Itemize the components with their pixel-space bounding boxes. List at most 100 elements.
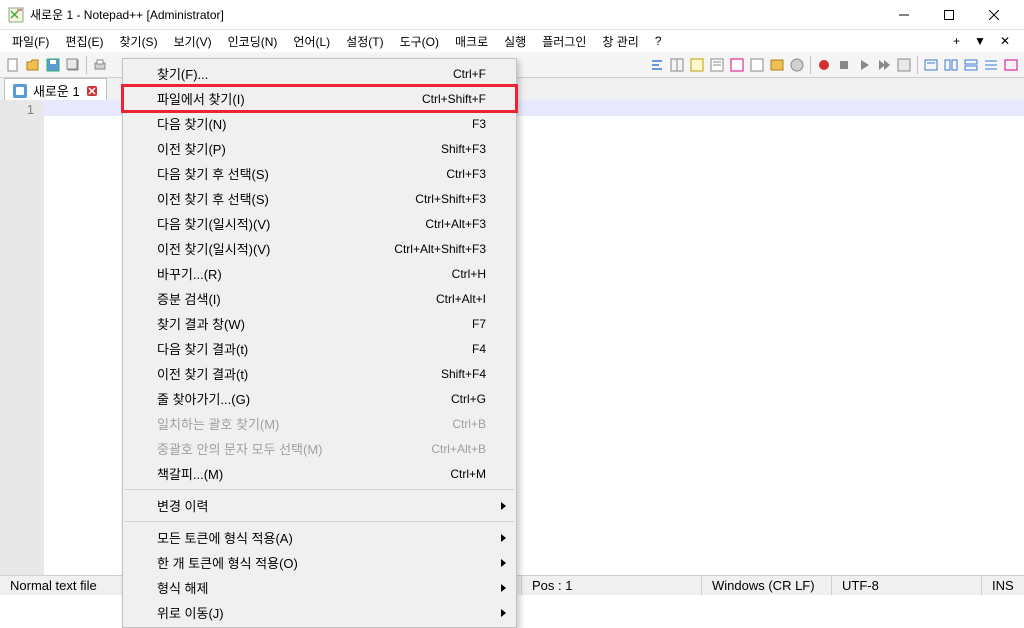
user-lang-icon[interactable]	[708, 56, 726, 74]
menu-item-label: 일치하는 괄호 찾기(M)	[157, 414, 452, 433]
menu-item-shortcut: Ctrl+F3	[446, 167, 486, 181]
menu-window[interactable]: 창 관리	[594, 31, 646, 52]
menu-item-2[interactable]: 다음 찾기(N)F3	[123, 111, 516, 136]
menu-item-13[interactable]: 줄 찾아가기...(G)Ctrl+G	[123, 386, 516, 411]
menu-item-shortcut: Ctrl+Shift+F	[422, 92, 486, 106]
menu-item-shortcut: Ctrl+B	[452, 417, 486, 431]
menu-view[interactable]: 보기(V)	[166, 31, 220, 52]
menu-item-1[interactable]: 파일에서 찾기(I)Ctrl+Shift+F	[123, 86, 516, 111]
menu-item-0[interactable]: 찾기(F)...Ctrl+F	[123, 61, 516, 86]
menu-dropdown-icon[interactable]: ▼	[970, 34, 990, 48]
menu-plugins[interactable]: 플러그인	[534, 31, 594, 52]
func-list-icon[interactable]	[768, 56, 786, 74]
tb-misc4-icon[interactable]	[982, 56, 1000, 74]
new-file-icon[interactable]	[4, 56, 22, 74]
print-icon[interactable]	[91, 56, 109, 74]
status-position: Pos : 1	[522, 576, 702, 595]
minimize-button[interactable]	[881, 1, 926, 29]
tb-misc3-icon[interactable]	[962, 56, 980, 74]
menu-file[interactable]: 파일(F)	[4, 31, 57, 52]
stop-macro-icon[interactable]	[835, 56, 853, 74]
menu-close-icon[interactable]: ✕	[996, 34, 1014, 48]
tab-label: 새로운 1	[33, 81, 80, 100]
menu-item-6[interactable]: 다음 찾기(일시적)(V)Ctrl+Alt+F3	[123, 211, 516, 236]
status-encoding[interactable]: UTF-8	[832, 576, 982, 595]
save-all-icon[interactable]	[64, 56, 82, 74]
menu-bar: 파일(F) 편집(E) 찾기(S) 보기(V) 인코딩(N) 언어(L) 설정(…	[0, 30, 1024, 52]
doc-map-icon[interactable]	[728, 56, 746, 74]
menu-item-label: 이전 찾기 결과(t)	[157, 364, 441, 383]
play-multi-icon[interactable]	[875, 56, 893, 74]
menu-macro[interactable]: 매크로	[447, 31, 496, 52]
toolbar-separator	[810, 56, 811, 74]
menu-help[interactable]: ?	[647, 32, 670, 50]
menu-item-shortcut: Ctrl+Alt+B	[431, 442, 486, 456]
menu-item-label: 바꾸기...(R)	[157, 264, 452, 283]
open-file-icon[interactable]	[24, 56, 42, 74]
menu-item-9[interactable]: 증분 검색(I)Ctrl+Alt+I	[123, 286, 516, 311]
maximize-button[interactable]	[926, 1, 971, 29]
save-macro-icon[interactable]	[895, 56, 913, 74]
menu-tools[interactable]: 도구(O)	[392, 31, 447, 52]
tab-new1[interactable]: 새로운 1	[4, 78, 107, 102]
status-ins[interactable]: INS	[982, 576, 1024, 595]
doc-list-icon[interactable]	[748, 56, 766, 74]
menu-edit[interactable]: 편집(E)	[57, 31, 111, 52]
save-icon[interactable]	[44, 56, 62, 74]
menu-item-shortcut: F4	[472, 342, 486, 356]
menu-run[interactable]: 실행	[496, 31, 534, 52]
menu-item-18[interactable]: 변경 이력	[123, 493, 516, 518]
menu-separator	[125, 521, 514, 522]
menu-item-label: 증분 검색(I)	[157, 289, 436, 308]
menu-item-16[interactable]: 책갈피...(M)Ctrl+M	[123, 461, 516, 486]
menu-item-3[interactable]: 이전 찾기(P)Shift+F3	[123, 136, 516, 161]
menu-item-label: 위로 이동(J)	[157, 603, 486, 622]
status-eol[interactable]: Windows (CR LF)	[702, 576, 832, 595]
folder-workspace-icon[interactable]	[788, 56, 806, 74]
menu-item-7[interactable]: 이전 찾기(일시적)(V)Ctrl+Alt+Shift+F3	[123, 236, 516, 261]
tb-misc5-icon[interactable]	[1002, 56, 1020, 74]
show-all-icon[interactable]	[668, 56, 686, 74]
menu-item-label: 중괄호 안의 문자 모두 선택(M)	[157, 439, 431, 458]
app-icon	[8, 7, 24, 23]
menu-item-label: 다음 찾기(N)	[157, 114, 472, 133]
tab-file-icon	[13, 84, 27, 98]
title-bar: 새로운 1 - Notepad++ [Administrator]	[0, 0, 1024, 30]
menu-item-shortcut: Ctrl+Alt+I	[436, 292, 486, 306]
menu-item-11[interactable]: 다음 찾기 결과(t)F4	[123, 336, 516, 361]
menu-encoding[interactable]: 인코딩(N)	[220, 31, 286, 52]
play-macro-icon[interactable]	[855, 56, 873, 74]
menu-item-23[interactable]: 위로 이동(J)	[123, 600, 516, 625]
menu-item-label: 찾기 결과 창(W)	[157, 314, 472, 333]
toolbar-separator	[86, 56, 87, 74]
window-title: 새로운 1 - Notepad++ [Administrator]	[30, 6, 881, 23]
menu-item-label: 줄 찾아가기...(G)	[157, 389, 451, 408]
tb-misc2-icon[interactable]	[942, 56, 960, 74]
tab-close-icon[interactable]	[86, 85, 98, 97]
menu-item-22[interactable]: 형식 해제	[123, 575, 516, 600]
tb-misc1-icon[interactable]	[922, 56, 940, 74]
menu-item-shortcut: Ctrl+Shift+F3	[415, 192, 486, 206]
close-button[interactable]	[971, 1, 1016, 29]
menu-item-label: 이전 찾기(일시적)(V)	[157, 239, 394, 258]
menu-item-shortcut: Ctrl+Alt+F3	[425, 217, 486, 231]
record-macro-icon[interactable]	[815, 56, 833, 74]
menu-search[interactable]: 찾기(S)	[111, 31, 165, 52]
menu-item-10[interactable]: 찾기 결과 창(W)F7	[123, 311, 516, 336]
menu-item-5[interactable]: 이전 찾기 후 선택(S)Ctrl+Shift+F3	[123, 186, 516, 211]
menu-item-20[interactable]: 모든 토큰에 형식 적용(A)	[123, 525, 516, 550]
menu-item-label: 모든 토큰에 형식 적용(A)	[157, 528, 486, 547]
menu-language[interactable]: 언어(L)	[285, 31, 338, 52]
menu-item-label: 찾기(F)...	[157, 64, 453, 83]
menu-separator	[125, 489, 514, 490]
word-wrap-icon[interactable]	[648, 56, 666, 74]
search-dropdown-menu: 찾기(F)...Ctrl+F파일에서 찾기(I)Ctrl+Shift+F다음 찾…	[122, 58, 517, 628]
menu-settings[interactable]: 설정(T)	[338, 31, 391, 52]
menu-item-shortcut: Ctrl+H	[452, 267, 486, 281]
indent-guide-icon[interactable]	[688, 56, 706, 74]
menu-item-4[interactable]: 다음 찾기 후 선택(S)Ctrl+F3	[123, 161, 516, 186]
menu-item-12[interactable]: 이전 찾기 결과(t)Shift+F4	[123, 361, 516, 386]
menu-item-21[interactable]: 한 개 토큰에 형식 적용(O)	[123, 550, 516, 575]
menu-plus-icon[interactable]: +	[949, 34, 964, 48]
menu-item-8[interactable]: 바꾸기...(R)Ctrl+H	[123, 261, 516, 286]
